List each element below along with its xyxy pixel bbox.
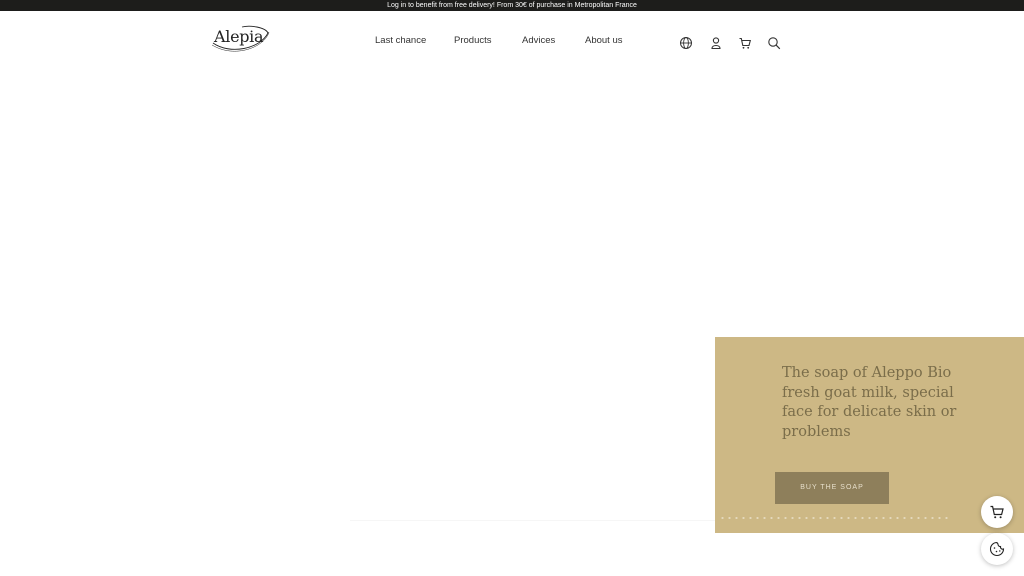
nav-products[interactable]: Products — [454, 35, 492, 46]
cookie-settings-button[interactable] — [981, 533, 1013, 565]
buy-soap-button[interactable]: BUY THE SOAP — [775, 472, 889, 504]
announcement-text: Log in to benefit from free delivery! Fr… — [387, 2, 637, 9]
search-icon[interactable] — [767, 36, 781, 50]
cart-icon[interactable] — [738, 36, 752, 50]
nav-about-us[interactable]: About us — [585, 35, 623, 46]
announcement-bar: Log in to benefit from free delivery! Fr… — [0, 0, 1024, 11]
nav-last-chance[interactable]: Last chance — [375, 35, 426, 46]
site-header: Alepia Last chance Products Advices Abou… — [0, 11, 1024, 69]
globe-icon[interactable] — [679, 36, 693, 50]
cart-icon — [990, 505, 1004, 519]
content-divider — [350, 520, 715, 521]
slider-dots — [719, 515, 949, 521]
user-icon[interactable] — [709, 36, 723, 50]
brand-logo[interactable]: Alepia — [210, 21, 272, 53]
cookie-icon — [989, 541, 1005, 557]
promo-title: The soap of Aleppo Bio fresh goat milk, … — [782, 365, 957, 440]
nav-advices[interactable]: Advices — [522, 35, 555, 46]
floating-cart-button[interactable] — [981, 496, 1013, 528]
logo-text: Alepia — [214, 27, 264, 46]
promo-panel: The soap of Aleppo Bio fresh goat milk, … — [715, 337, 1024, 533]
